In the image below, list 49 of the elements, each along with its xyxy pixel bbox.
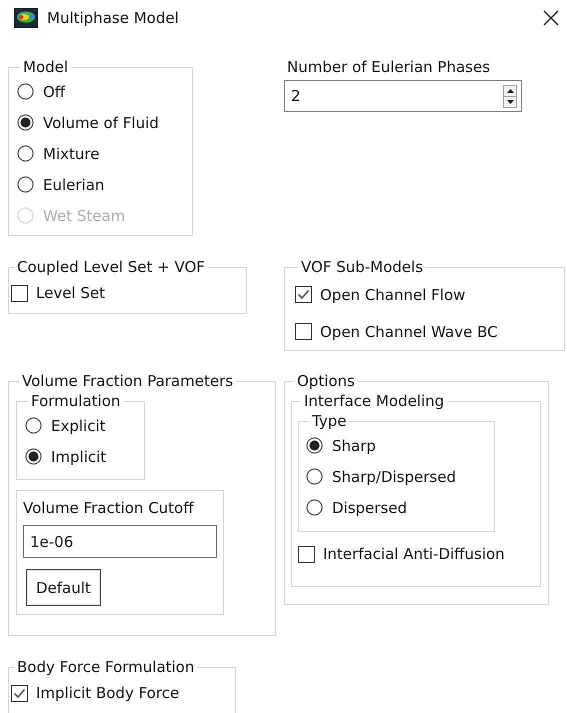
group-label: Interface Modeling — [303, 392, 446, 410]
radio-button[interactable] — [17, 176, 34, 193]
radio-button[interactable] — [306, 468, 323, 485]
radio-button[interactable] — [306, 437, 323, 454]
option-label: Mixture — [43, 144, 100, 162]
option-label: Level Set — [36, 284, 105, 302]
default-button[interactable]: Default — [26, 569, 101, 606]
checkbox[interactable] — [11, 684, 28, 702]
checkbox[interactable] — [295, 286, 312, 303]
checkbox[interactable] — [11, 284, 28, 302]
radio-button[interactable] — [17, 145, 34, 162]
option-label: Off — [43, 82, 66, 100]
option-label: Wet Steam — [43, 206, 126, 224]
checkbox[interactable] — [295, 323, 312, 340]
group-label: Options — [296, 372, 356, 390]
option-label: Eulerian — [43, 176, 104, 194]
radio-button[interactable] — [17, 114, 34, 131]
group-label: Body Force Formulation — [16, 658, 196, 676]
group-label: Coupled Level Set + VOF — [16, 258, 206, 276]
radio-button[interactable] — [25, 448, 42, 465]
option-label: Interfacial Anti-Diffusion — [323, 545, 505, 563]
checkbox[interactable] — [298, 546, 315, 562]
group-label: Type — [311, 412, 348, 430]
input-field[interactable]: 1e-06 — [23, 525, 217, 558]
up-arrow-icon — [506, 88, 514, 92]
group-label: Formulation — [30, 392, 122, 410]
spin-down-button[interactable] — [504, 96, 516, 106]
option-label: Implicit — [51, 448, 106, 466]
option-label: Open Channel Flow — [320, 286, 466, 304]
option-label: Explicit — [51, 416, 106, 434]
field-label: Volume Fraction Cutoff — [23, 499, 195, 517]
option-label: Sharp/Dispersed — [332, 468, 456, 486]
field-label: Number of Eulerian Phases — [286, 58, 492, 76]
option-label: Implicit Body Force — [36, 684, 180, 702]
option-label: Volume of Fluid — [43, 114, 159, 132]
close-icon[interactable] — [543, 10, 559, 26]
radio-button[interactable] — [17, 83, 34, 100]
group-label: Model — [22, 58, 70, 76]
option-label: Open Channel Wave BC — [320, 322, 498, 340]
option-label: Dispersed — [332, 498, 408, 516]
number-field[interactable]: 2 — [284, 80, 522, 112]
radio-button[interactable] — [306, 499, 323, 516]
window-title: Multiphase Model — [47, 9, 180, 27]
radio-button[interactable] — [25, 417, 42, 434]
down-arrow-icon — [506, 100, 514, 104]
option-label: Sharp — [332, 436, 376, 454]
group-label: VOF Sub-Models — [300, 258, 424, 276]
app-icon — [14, 8, 38, 28]
group-label: Volume Fraction Parameters — [21, 372, 234, 390]
